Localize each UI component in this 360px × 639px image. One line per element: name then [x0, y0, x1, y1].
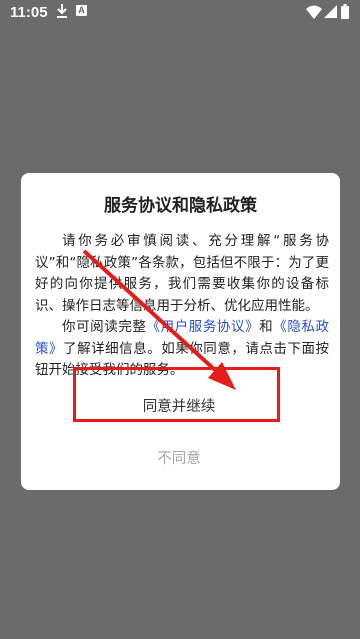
paragraph-text: 和	[259, 319, 274, 335]
battery-icon	[341, 4, 349, 19]
signal-icon	[324, 5, 337, 18]
disagree-button[interactable]: 不同意	[79, 447, 279, 469]
privacy-dialog: 服务协议和隐私政策 请你务必审慎阅读、充分理解“服务协议”和“隐私政策”各条款，…	[21, 173, 340, 490]
agree-continue-button[interactable]: 同意并继续	[79, 395, 279, 417]
user-agreement-link[interactable]: 《用户服务协议》	[147, 319, 260, 335]
dialog-paragraph-1: 请你务必审慎阅读、充分理解“服务协议”和“隐私政策”各条款，包括但不限于：为了更…	[35, 233, 329, 314]
dialog-paragraph-2: 你可阅读完整《用户服务协议》和《隐私政策》了解详细信息。如果你同意，请点击下面按…	[35, 317, 329, 382]
dialog-title: 服务协议和隐私政策	[104, 196, 257, 216]
wifi-icon	[306, 5, 322, 19]
status-time: 11:05	[10, 4, 48, 21]
app-notification-icon: A	[76, 5, 87, 16]
status-bar: 11:05 A	[0, 0, 360, 26]
dialog-body: 请你务必审慎阅读、充分理解“服务协议”和“隐私政策”各条款，包括但不限于：为了更…	[35, 231, 329, 382]
paragraph-text: 你可阅读完整	[62, 319, 147, 335]
download-icon	[57, 4, 67, 18]
paragraph-text: 了解详细信息。如果你同意，请点击下面按钮开始接受我们的服务。	[35, 340, 330, 379]
